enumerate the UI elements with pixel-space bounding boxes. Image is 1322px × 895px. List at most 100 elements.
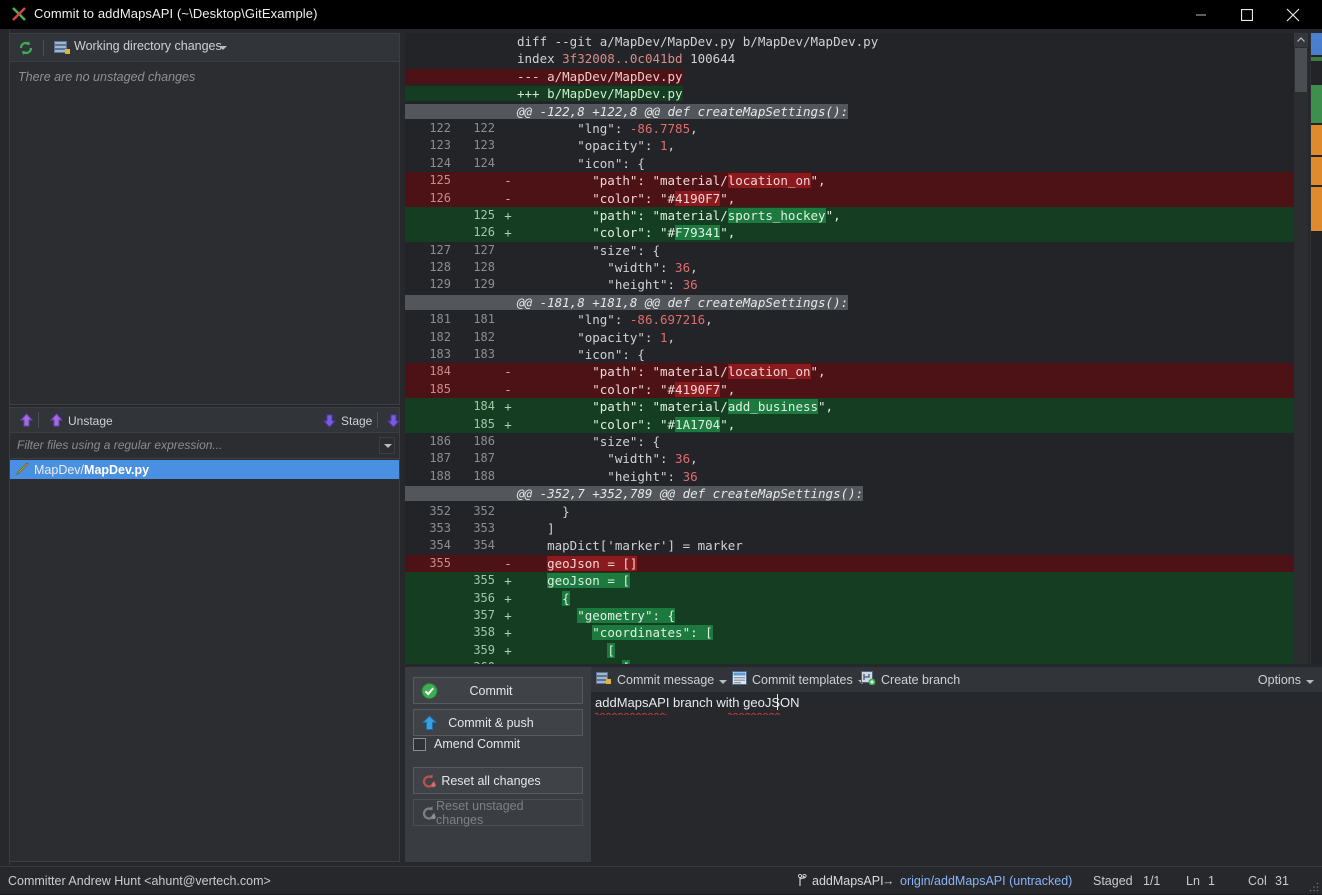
toolbar-separator bbox=[377, 412, 378, 428]
minimap-marker bbox=[1311, 187, 1322, 231]
options-label: Options bbox=[1257, 672, 1301, 687]
diff-context-line: 353 353 ] bbox=[429, 520, 555, 536]
commit-message-label: Commit message bbox=[617, 672, 715, 687]
current-branch[interactable]: addMapsAPI bbox=[812, 874, 884, 888]
file-filter-row[interactable]: Filter files using a regular expression.… bbox=[10, 434, 399, 459]
options-button[interactable]: Options bbox=[1258, 670, 1314, 689]
close-button[interactable] bbox=[1270, 0, 1316, 29]
diff-added-line: 360+ [ bbox=[405, 659, 1295, 664]
diff-added-line: 358 + "coordinates": [ bbox=[405, 624, 1295, 642]
remote-branch[interactable]: origin/addMapsAPI (untracked) bbox=[900, 874, 1072, 888]
reset-unstaged-changes-label: Reset unstaged changes bbox=[436, 798, 524, 827]
stage-label: Stage bbox=[341, 413, 373, 428]
commit-button[interactable]: Commit bbox=[413, 677, 583, 704]
unstage-all-button[interactable] bbox=[16, 411, 37, 430]
arrow-down-icon bbox=[322, 414, 337, 428]
diff-added-line: 184 + "path": "material/add_business", bbox=[405, 398, 1295, 416]
minimap-marker bbox=[1311, 57, 1322, 61]
branch-icon bbox=[797, 873, 808, 890]
diff-added-line: 126 + "color": "#F79341", bbox=[405, 224, 1295, 242]
diff-context-line: 122 122 "lng": -86.7785, bbox=[429, 120, 698, 136]
committer-info: Committer Andrew Hunt <ahunt@vertech.com… bbox=[8, 874, 271, 888]
diff-viewer[interactable]: diff --git a/MapDev/MapDev.py b/MapDev/M… bbox=[405, 33, 1295, 664]
resize-grip[interactable] bbox=[1309, 881, 1319, 892]
diff-context-line: 129 129 "height": 36 bbox=[429, 277, 698, 293]
diff-context-line: 127 127 "size": { bbox=[429, 242, 660, 258]
minimize-button[interactable] bbox=[1178, 0, 1224, 29]
commit-templates-button[interactable]: Commit templates bbox=[732, 670, 866, 689]
stage-all-button[interactable] bbox=[383, 411, 404, 430]
push-up-icon bbox=[421, 714, 438, 731]
window-title: Commit to addMapsAPI (~\Desktop\GitExamp… bbox=[34, 6, 318, 21]
column-value: 31 bbox=[1275, 874, 1289, 888]
unstaged-toolbar: Working directory changes bbox=[10, 34, 399, 62]
commit-message-toolbar: Commit message Commit templates Create b… bbox=[591, 667, 1322, 692]
app-icon bbox=[11, 6, 28, 23]
column-label: Col bbox=[1248, 874, 1267, 888]
scrollbar-thumb[interactable] bbox=[1295, 48, 1307, 92]
line-label: Ln bbox=[1186, 874, 1200, 888]
diff-meta-line: diff --git a/MapDev/MapDev.py b/MapDev/M… bbox=[517, 34, 879, 49]
commit-message-textarea[interactable]: addMapsAPI branch with geoJSON bbox=[591, 692, 1322, 862]
create-branch-button[interactable]: Create branch bbox=[861, 670, 960, 689]
commit-message-panel: Commit message Commit templates Create b… bbox=[591, 667, 1322, 862]
diff-hunk-header: @@ -122,8 +122,8 @@ def createMapSetting… bbox=[405, 103, 1295, 120]
chevron-down-icon[interactable] bbox=[219, 46, 227, 50]
diff-context-line: 187 187 "width": 36, bbox=[429, 451, 698, 467]
commit-and-push-button[interactable]: Commit & push bbox=[413, 709, 583, 736]
unstage-button[interactable]: Unstage bbox=[46, 411, 116, 430]
commit-message-text: addMapsAPI branch with geoJSON bbox=[595, 695, 800, 710]
arrow-up-all-icon bbox=[19, 413, 34, 427]
title-bar: Commit to addMapsAPI (~\Desktop\GitExamp… bbox=[0, 0, 1322, 29]
diff-removed-line: 185- "color": "#4190F7", bbox=[405, 380, 1295, 399]
staged-label: Staged bbox=[1093, 874, 1133, 888]
commit-and-push-label: Commit & push bbox=[448, 715, 534, 730]
spellcheck-underline bbox=[728, 712, 781, 715]
maximize-button[interactable] bbox=[1224, 0, 1270, 29]
git-commit-window: Commit to addMapsAPI (~\Desktop\GitExamp… bbox=[0, 0, 1322, 894]
minimap-marker bbox=[1311, 157, 1322, 185]
amend-commit-checkbox[interactable]: Amend Commit bbox=[413, 737, 520, 751]
diff-removed-line: 184- "path": "material/location_on", bbox=[405, 363, 1295, 381]
diff-added-line: 359 + [ bbox=[405, 641, 1295, 660]
staged-changes-panel: Unstage Stage Filter files using a regul… bbox=[9, 407, 401, 862]
diff-added-line: 355 + geoJson = [ bbox=[405, 572, 1295, 590]
line-value: 1 bbox=[1208, 874, 1215, 888]
commit-message-button[interactable]: Commit message bbox=[596, 670, 728, 689]
arrow-up-icon bbox=[49, 413, 64, 427]
commit-templates-icon bbox=[732, 671, 747, 688]
diff-minimap[interactable] bbox=[1310, 33, 1322, 664]
file-filter-input[interactable]: Filter files using a regular expression.… bbox=[17, 438, 222, 452]
minimap-marker bbox=[1311, 33, 1322, 55]
diff-removed-line: 125- "path": "material/location_on", bbox=[405, 172, 1295, 190]
staged-file-row[interactable]: MapDev/MapDev.py bbox=[10, 460, 399, 479]
refresh-icon[interactable] bbox=[17, 39, 35, 57]
diff-context-line: 128 128 "width": 36, bbox=[429, 260, 698, 276]
diff-removed-line: 355- geoJson = [] bbox=[405, 554, 1295, 573]
diff-context-line: 352 352 } bbox=[429, 503, 570, 519]
working-directory-label[interactable]: Working directory changes bbox=[74, 39, 222, 53]
branch-arrow: → bbox=[882, 874, 895, 888]
diff-meta-line: index 3f32008..0c041bd 100644 bbox=[517, 51, 736, 67]
diff-hunk-header: @@ -181,8 +181,8 @@ def createMapSetting… bbox=[405, 294, 1295, 311]
diff-added-line: 185 + "color": "#1A1704", bbox=[405, 415, 1295, 433]
unstaged-changes-panel: Working directory changes There are no u… bbox=[9, 33, 400, 405]
unstaged-file-list[interactable]: There are no unstaged changes bbox=[10, 63, 399, 404]
filter-dropdown-button[interactable] bbox=[379, 437, 395, 454]
amend-commit-label: Amend Commit bbox=[434, 737, 521, 751]
diff-context-line: 123 123 "opacity": 1, bbox=[429, 138, 676, 154]
minimap-marker bbox=[1311, 125, 1322, 155]
diff-context-line: 181 181 "lng": -86.697216, bbox=[429, 312, 713, 328]
staged-file-name: MapDev/MapDev.py bbox=[34, 462, 150, 477]
diff-old-file-line: --- a/MapDev/MapDev.py bbox=[405, 68, 1295, 85]
minimap-marker bbox=[1311, 85, 1322, 123]
unstage-label: Unstage bbox=[68, 413, 113, 428]
checkbox-box[interactable] bbox=[413, 737, 426, 751]
commit-templates-label: Commit templates bbox=[752, 672, 853, 687]
stage-button[interactable]: Stage bbox=[319, 411, 375, 430]
staged-toolbar: Unstage Stage bbox=[10, 408, 401, 433]
commit-actions-panel: Commit Commit & push Amend Commit Reset … bbox=[405, 667, 591, 862]
reset-all-changes-button[interactable]: Reset all changes bbox=[413, 767, 583, 794]
scroll-up-button[interactable] bbox=[1294, 33, 1308, 47]
diff-scrollbar[interactable] bbox=[1294, 33, 1308, 664]
